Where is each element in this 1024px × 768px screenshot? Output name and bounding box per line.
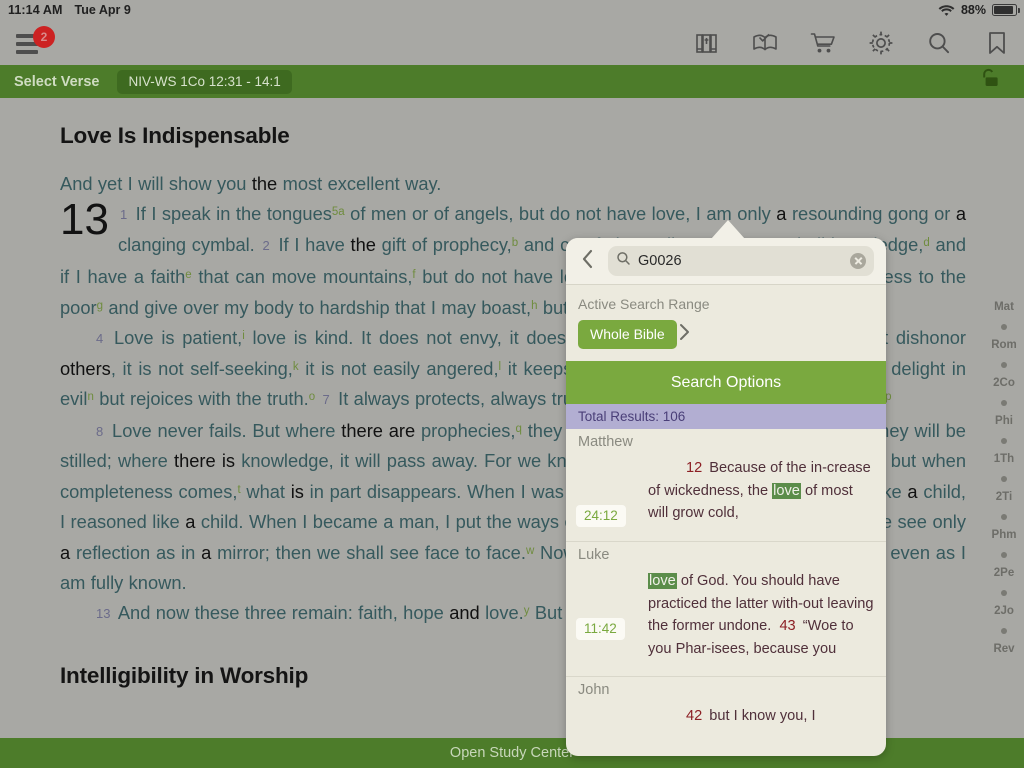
result-verse-number: 42 [686,708,703,724]
whole-bible-chip[interactable]: Whole Bible [578,320,677,349]
verse-reference-badge[interactable]: 11:42 [576,618,625,640]
total-results-banner: Total Results: 106 [566,404,886,429]
verse-reference-badge[interactable]: 24:12 [576,505,626,527]
hamburger-menu-icon[interactable]: 2 [16,25,55,56]
unlocked-padlock-icon[interactable] [976,66,1002,97]
battery-percent: 88% [960,3,986,17]
chapter-number: 13 [60,195,109,245]
popover-search-row: G0026 [566,238,886,285]
bookmark-icon[interactable] [982,28,1012,58]
search-results-list: Matthew 24:12 12 Because of the in-creas… [566,429,886,738]
active-search-range-label: Active Search Range [578,296,710,312]
intro-line: And yet I will show you the most excelle… [60,173,442,194]
verse-reference-chip[interactable]: NIV-WS 1Co 12:31 - 14:1 [117,69,292,94]
chevron-left-icon[interactable] [578,248,598,275]
clear-circle-icon[interactable] [850,253,866,269]
chevron-right-icon[interactable] [677,322,691,347]
search-popover: G0026 Active Search Range Whole Bible Se… [566,238,886,756]
battery-icon [992,4,1020,16]
magnifier-icon [616,251,631,271]
search-input[interactable]: G0026 [608,246,874,276]
list-item[interactable]: 24:12 12 Because of the in-crease of wic… [566,453,886,541]
search-query-text: G0026 [638,253,682,269]
search-options-label: Search Options [670,373,782,391]
shopping-cart-icon[interactable] [808,28,838,58]
highlight-term: love [648,573,677,589]
status-right-group: 88% [938,3,1020,17]
total-results-label: Total Results: 106 [578,409,686,424]
status-time: 11:14 AM [8,3,63,17]
result-text: love of God. You should have practiced t… [648,573,874,657]
search-options-button[interactable]: Search Options [566,361,886,404]
result-text: 42 but I know you, I [686,708,816,724]
wifi-icon [938,4,955,17]
search-icon[interactable] [924,28,954,58]
verse-selection-bar: Select Verse NIV-WS 1Co 12:31 - 14:1 [0,65,1024,98]
highlight-term: love [772,482,801,499]
status-date: Tue Apr 9 [74,3,131,17]
popover-arrow [711,220,745,239]
list-item[interactable]: 42 but I know you, I [566,701,886,738]
result-book-header: John [578,682,610,698]
open-study-center-button[interactable]: Open Study Center [450,745,574,761]
result-book-header: Matthew [578,434,633,450]
result-text: 12 Because of the in-crease of wickednes… [648,460,871,521]
list-item[interactable]: 11:42 love of God. You should have pract… [566,566,886,676]
ios-status-bar: 11:14 AM Tue Apr 9 88% [0,0,1024,20]
result-book-header: Luke [578,547,610,563]
gear-icon[interactable] [866,28,896,58]
result-verse-number: 43 [779,618,796,634]
active-search-range-row: Whole Bible [566,312,886,361]
app-root: 11:14 AM Tue Apr 9 88% 2 Select Verse NI… [0,0,1024,768]
toolbar-icon-group [692,28,1012,58]
page-title: Love Is Indispensable [60,123,290,148]
select-verse-label: Select Verse [14,73,100,90]
notification-badge: 2 [33,25,55,48]
library-books-icon[interactable] [692,28,722,58]
study-book-check-icon[interactable] [750,28,780,58]
app-toolbar: 2 [0,20,1024,65]
result-verse-number: 12 [686,460,703,476]
